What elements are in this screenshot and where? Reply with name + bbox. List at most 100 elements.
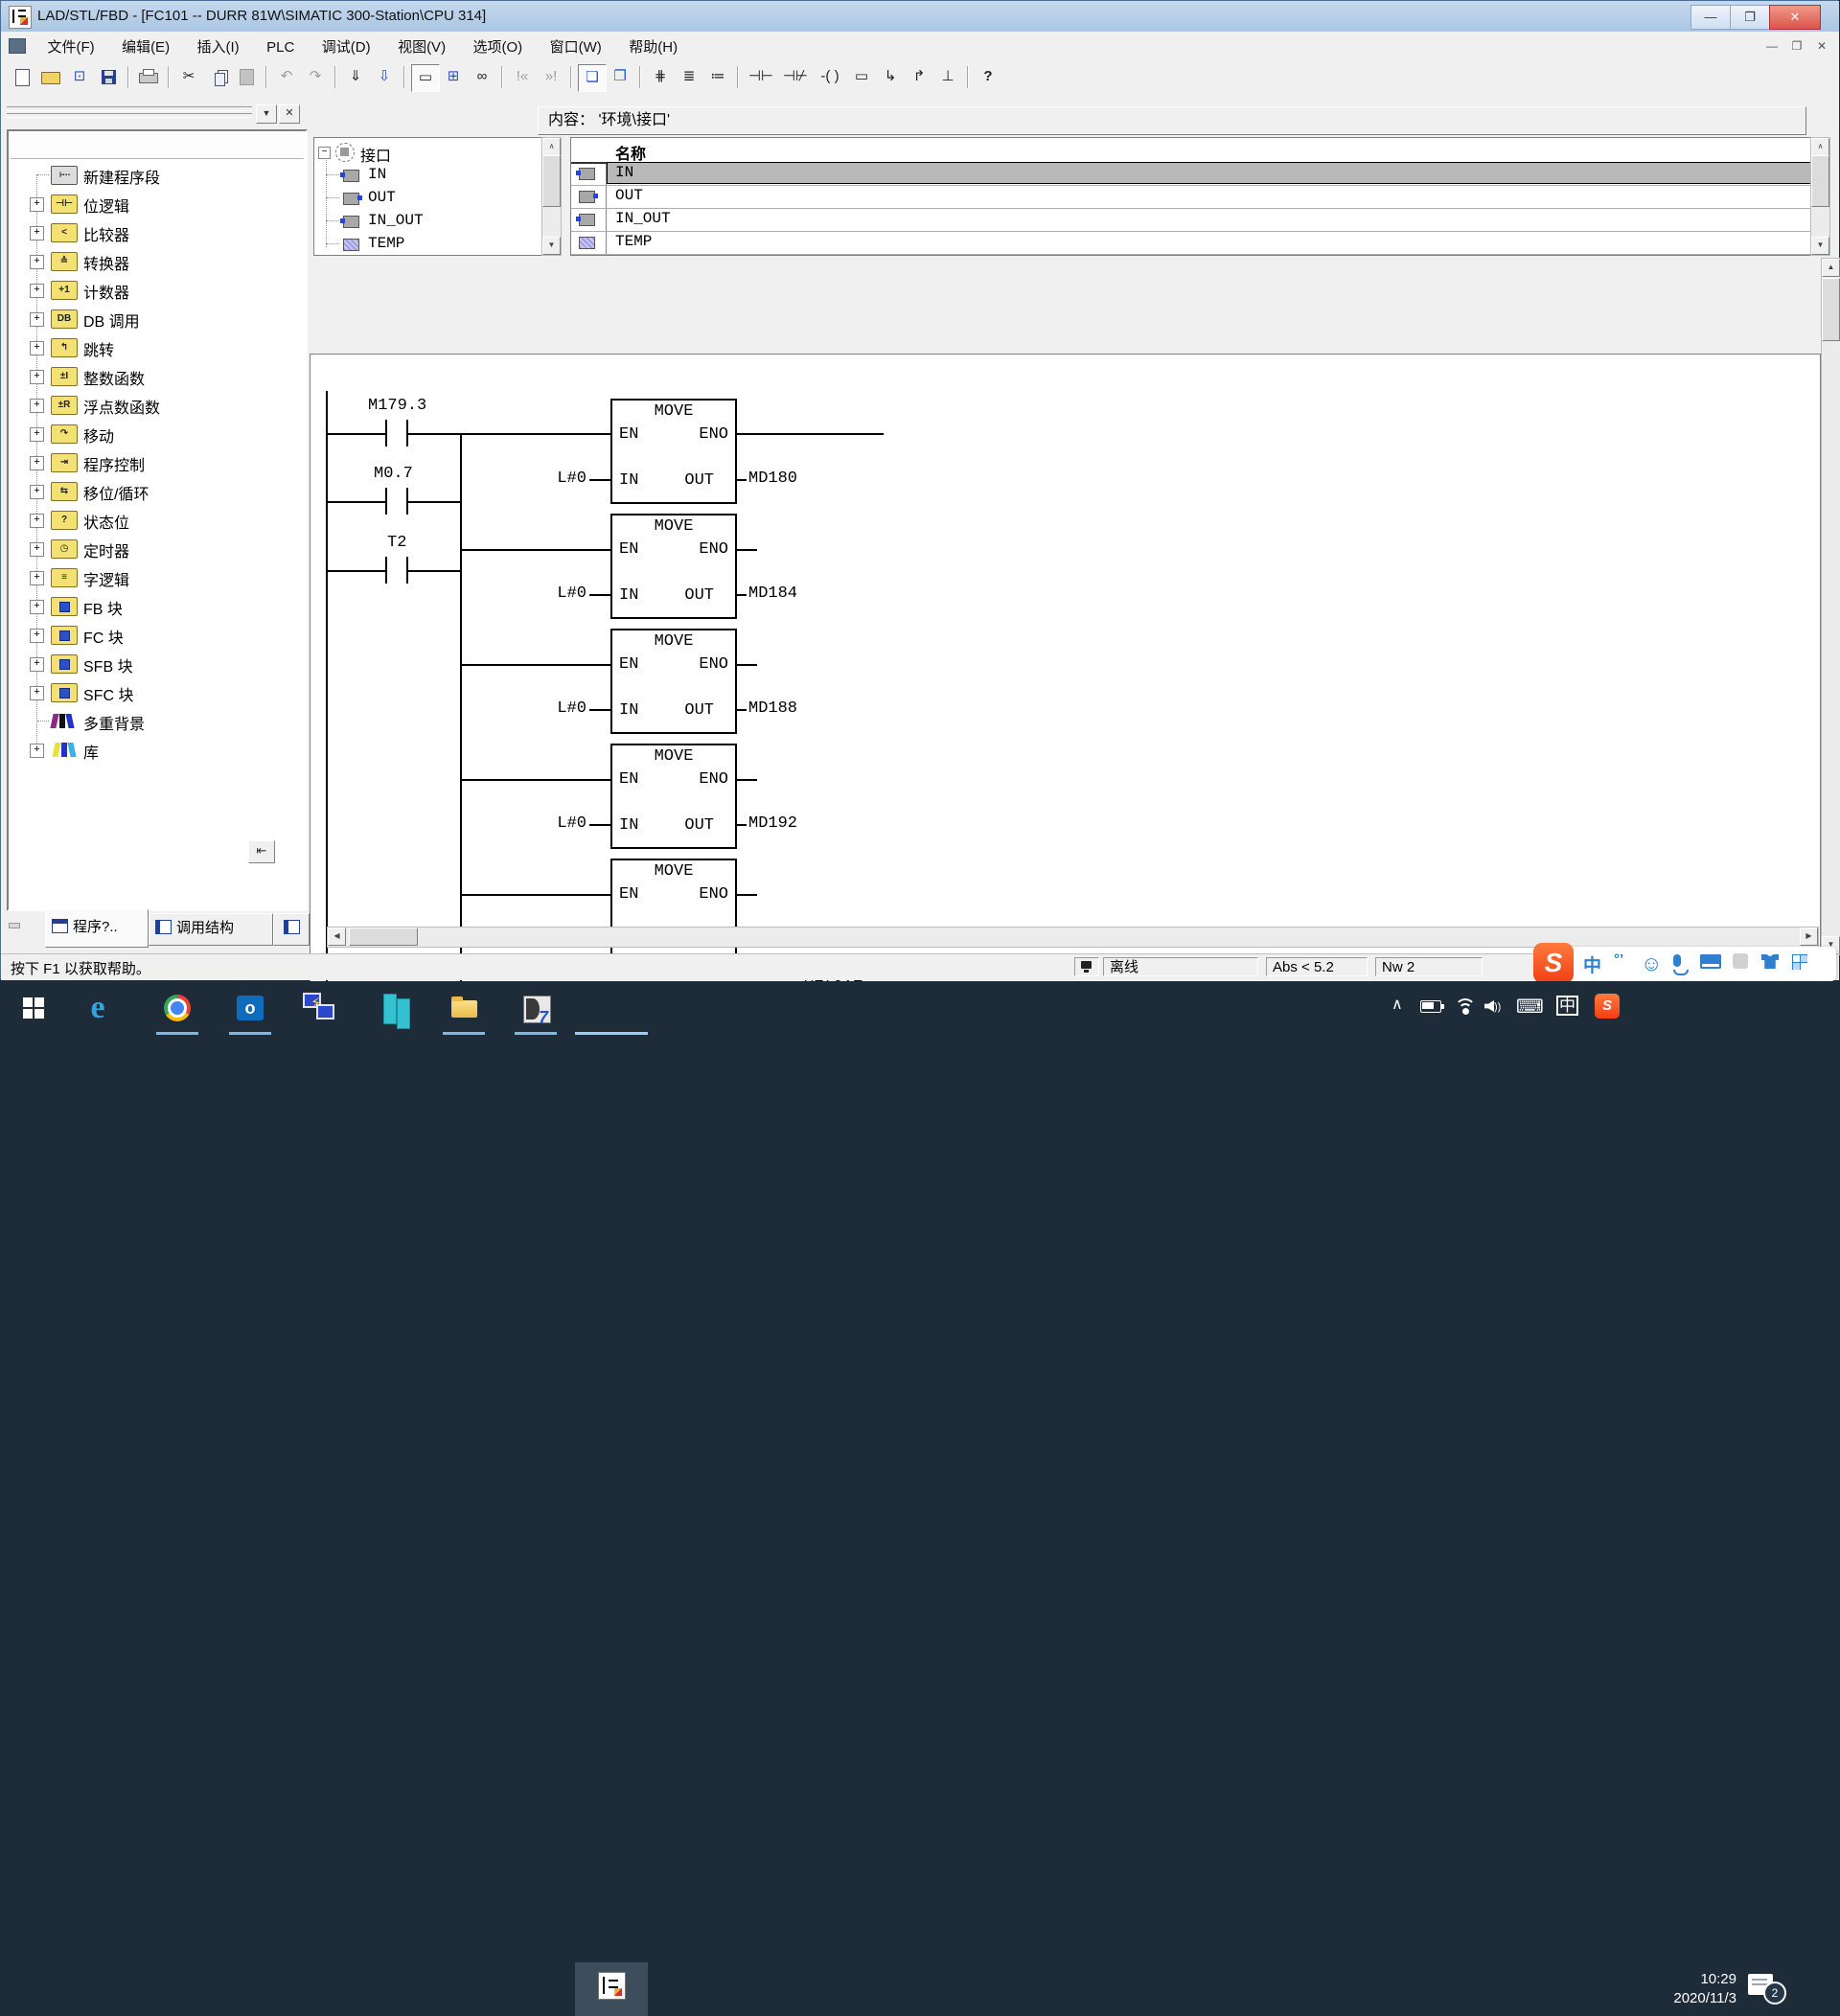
out-operand[interactable]: MD184 (748, 584, 797, 603)
expand-icon[interactable]: + (30, 255, 44, 269)
ladder-canvas[interactable]: M179.3 M0.7 T2 (310, 354, 1821, 1020)
program-elements-button[interactable]: ≣ (676, 64, 702, 90)
catalog-item-word-logic[interactable]: + ≡ 字逻辑 (9, 562, 296, 591)
connection-node-button[interactable]: ⊞ (440, 64, 467, 90)
pane-splitter-button[interactable]: ⇤ (248, 840, 275, 863)
chrome-icon[interactable] (160, 991, 195, 1025)
ime-toolbar[interactable]: S 中 °’ ☺ (1537, 947, 1836, 981)
interface-item-temp[interactable]: TEMP (314, 234, 535, 256)
open-branch-button[interactable]: ↳ (877, 64, 904, 90)
scroll-down-icon[interactable]: ▼ (1811, 237, 1829, 255)
remote-session-icon[interactable]: ⚡ (301, 991, 335, 1025)
scroll-right-icon[interactable]: ▶ (1800, 928, 1818, 946)
expand-icon[interactable]: + (30, 485, 44, 499)
soft-keyboard-icon[interactable] (1700, 953, 1721, 974)
copy-button[interactable] (204, 64, 231, 90)
in-value[interactable]: L#0 (540, 814, 586, 833)
scrollbar-thumb[interactable] (1811, 155, 1829, 207)
tray-expand-icon[interactable]: ∧ (1392, 995, 1403, 1014)
expand-icon[interactable]: + (30, 686, 44, 700)
in-value[interactable]: L#0 (540, 699, 586, 718)
window-overview-button[interactable]: ❏ (578, 64, 607, 92)
document-icon[interactable] (9, 38, 26, 54)
expand-icon[interactable]: + (30, 571, 44, 585)
redo-button[interactable]: ↷ (302, 64, 329, 90)
contact-operand[interactable]: M0.7 (374, 465, 413, 483)
expand-icon[interactable]: + (30, 370, 44, 384)
taskbar-clock[interactable]: 10:29 2020/11/3 (1641, 1970, 1736, 2008)
table-row-out[interactable]: OUT (571, 185, 1811, 209)
expand-icon[interactable]: + (30, 542, 44, 557)
move-block[interactable]: MOVE EN ENO IN OUT (610, 744, 737, 849)
wifi-icon[interactable] (1455, 998, 1476, 1018)
outlook-icon[interactable]: o (233, 991, 267, 1025)
scrollbar-thumb[interactable] (349, 928, 418, 946)
menu-help[interactable]: 帮助(H) (617, 32, 689, 61)
tab-call-structure[interactable]: 调用结构 (149, 913, 273, 946)
sogou-tray-icon[interactable]: S (1595, 994, 1620, 1019)
interface-item-in-out[interactable]: IN_OUT (314, 211, 535, 234)
scroll-left-icon[interactable]: ◀ (328, 928, 346, 946)
table-row-temp[interactable]: TEMP (571, 231, 1811, 255)
toolbar-grip[interactable] (7, 106, 252, 111)
address-monitor-button[interactable]: ▭ (411, 64, 440, 92)
menu-view[interactable]: 视图(V) (386, 32, 457, 61)
interface-table-scrollbar[interactable]: ∧ ▼ (1810, 137, 1830, 256)
clothes-icon[interactable] (1761, 953, 1779, 974)
contact-operand[interactable]: T2 (387, 534, 406, 552)
catalog-item-program-control[interactable]: + ⇥ 程序控制 (9, 447, 296, 476)
collapse-icon[interactable]: − (318, 147, 331, 159)
download-to-plc-button[interactable]: ⇩ (371, 64, 398, 90)
scrollbar-thumb[interactable] (542, 155, 561, 207)
help-button[interactable]: ? (975, 64, 1001, 90)
window-detail-button[interactable]: ❐ (607, 64, 633, 90)
table-row-in-out[interactable]: IN_OUT (571, 208, 1811, 232)
expand-icon[interactable]: + (30, 657, 44, 672)
catalog-item-db-call[interactable]: + DB DB 调用 (9, 304, 296, 332)
download-blocks-button[interactable]: ⇓ (342, 64, 369, 90)
catalog-item-new-network[interactable]: ⊦⋯ 新建程序段 (9, 160, 296, 189)
expand-icon[interactable]: + (30, 629, 44, 643)
tab-grip[interactable] (9, 923, 20, 928)
catalog-item-status-bits[interactable]: + ? 状态位 (9, 505, 296, 534)
expand-icon[interactable]: + (30, 312, 44, 327)
catalog-item-move[interactable]: + ↷ 移动 (9, 419, 296, 447)
punctuation-icon[interactable]: °’ (1614, 951, 1623, 968)
menu-plc[interactable]: PLC (255, 34, 306, 60)
catalog-item-bit-logic[interactable]: + ⊣⊢ 位逻辑 (9, 189, 296, 218)
expand-icon[interactable]: + (30, 456, 44, 470)
catalog-item-multi-instance[interactable]: 多重背景 (9, 706, 296, 735)
expand-icon[interactable]: + (30, 427, 44, 442)
tab-program-elements[interactable]: 程序?.. (45, 909, 149, 948)
toolbar-grip[interactable] (7, 113, 252, 118)
emoji-icon[interactable]: ☺ (1641, 951, 1662, 976)
ladder-horizontal-scrollbar[interactable]: ◀ ▶ (327, 927, 1819, 948)
scroll-up-icon[interactable]: ▲ (1822, 259, 1840, 277)
expand-icon[interactable]: + (30, 341, 44, 355)
touch-keyboard-icon[interactable]: ⌨ (1516, 995, 1544, 1019)
start-button[interactable] (17, 991, 52, 1025)
file-explorer-icon[interactable] (447, 991, 481, 1025)
expand-icon[interactable]: + (30, 399, 44, 413)
battery-icon[interactable] (1420, 1000, 1441, 1017)
catalog-item-comparator[interactable]: + < 比较器 (9, 218, 296, 246)
maximize-button[interactable]: ❐ (1730, 5, 1770, 30)
edge-icon[interactable]: e (80, 991, 115, 1025)
out-operand[interactable]: MD192 (748, 814, 797, 833)
catalog-item-float-math[interactable]: + ±R 浮点数函数 (9, 390, 296, 419)
print-button[interactable] (135, 64, 162, 90)
interface-root-item[interactable]: − 接口 (314, 142, 535, 165)
catalog-item-counter[interactable]: + +1 计数器 (9, 275, 296, 304)
interface-item-in[interactable]: IN (314, 165, 535, 188)
move-block[interactable]: MOVE EN ENO IN OUT (610, 859, 737, 964)
connector-button[interactable]: ⊥ (934, 64, 961, 90)
menu-file[interactable]: 文件(F) (35, 32, 105, 61)
server-app-icon[interactable] (379, 991, 413, 1025)
interface-tree-scrollbar[interactable]: ∧ ▼ (541, 137, 562, 256)
catalog-item-jump[interactable]: + ↰ 跳转 (9, 332, 296, 361)
catalog-item-sfb-blocks[interactable]: + SFB 块 (9, 649, 296, 677)
close-button[interactable]: ✕ (1769, 5, 1821, 30)
menu-window[interactable]: 窗口(W) (539, 32, 613, 61)
minimize-button[interactable]: — (1690, 5, 1731, 30)
out-operand[interactable]: MD180 (748, 470, 797, 488)
